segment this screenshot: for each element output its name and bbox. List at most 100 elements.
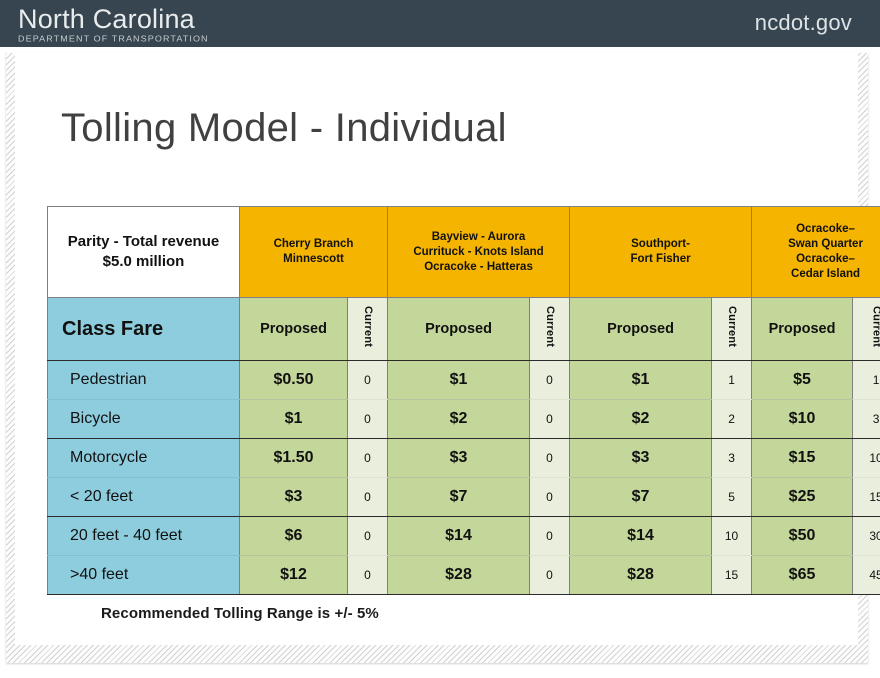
row-label: Motorcycle [47, 438, 240, 478]
route-line: Cedar Island [791, 268, 861, 280]
proposed-value: $65 [751, 555, 854, 595]
current-header-2: Current [529, 297, 571, 361]
parity-line-2: $5.0 million [102, 253, 185, 270]
site-url: ncdot.gov [754, 10, 852, 35]
route-line: Currituck - Knots Island [413, 245, 544, 258]
current-header-label: Current [726, 305, 739, 348]
table-row: Bicycle $1 0 $2 0 $2 2 $10 3 [47, 399, 880, 439]
page-title: Tolling Model - Individual [61, 106, 507, 150]
route-line: Swan Quarter [788, 238, 863, 250]
current-value: 0 [529, 516, 571, 556]
proposed-value: $2 [569, 399, 713, 439]
current-value: 5 [711, 477, 753, 517]
row-label: >40 feet [47, 555, 240, 595]
proposed-value: $6 [239, 516, 348, 556]
route-line: Cherry Branch [273, 238, 354, 250]
proposed-value: $50 [751, 516, 854, 556]
current-header-4: Current [852, 297, 880, 361]
current-value: 0 [346, 555, 389, 595]
proposed-value: $3 [239, 477, 348, 517]
table-row: 20 feet - 40 feet $6 0 $14 0 $14 10 $50 30 [47, 516, 880, 556]
proposed-value: $1 [569, 360, 713, 400]
table-header-routes: Parity - Total revenue $5.0 million Cher… [47, 206, 880, 298]
proposed-value: $2 [387, 399, 531, 439]
table-row: Motorcycle $1.50 0 $3 0 $3 3 $15 10 [47, 438, 880, 478]
current-value: 2 [711, 399, 753, 439]
current-header-label: Current [362, 305, 374, 348]
table-row: Pedestrian $0.50 0 $1 0 $1 1 $5 1 [47, 360, 880, 400]
proposed-value: $28 [387, 555, 531, 595]
current-value: 0 [529, 399, 571, 439]
current-value: 0 [346, 477, 389, 517]
current-value: 0 [529, 360, 571, 400]
current-value: 0 [529, 555, 571, 595]
table-row: < 20 feet $3 0 $7 0 $7 5 $25 15 [47, 477, 880, 517]
route-line: Ocracoke– [796, 223, 855, 235]
current-value: 3 [711, 438, 753, 478]
proposed-value: $12 [239, 555, 348, 595]
slide-container: Tolling Model - Individual Parity - Tota… [0, 47, 880, 678]
current-value: 0 [529, 438, 571, 478]
brand-name: North Carolina [18, 4, 195, 34]
route-line: Fort Fisher [630, 253, 691, 265]
slide-hatch-border: Tolling Model - Individual Parity - Tota… [6, 53, 880, 663]
proposed-value: $10 [751, 399, 854, 439]
current-value: 30 [852, 516, 880, 556]
current-value: 10 [711, 516, 753, 556]
proposed-value: $3 [387, 438, 531, 478]
route-line: Bayview - Aurora [431, 230, 526, 243]
proposed-value: $1 [387, 360, 531, 400]
route-header-ocracoke: Ocracoke– Swan Quarter Ocracoke– Cedar I… [751, 206, 880, 298]
route-line: Ocracoke - Hatteras [424, 260, 533, 273]
proposed-header-3: Proposed [569, 297, 713, 361]
route-line: Southport- [631, 238, 690, 250]
proposed-value: $28 [569, 555, 713, 595]
proposed-value: $1.50 [239, 438, 348, 478]
proposed-value: $15 [751, 438, 854, 478]
route-header-bayview: Bayview - Aurora Currituck - Knots Islan… [387, 206, 571, 298]
current-value: 0 [346, 516, 389, 556]
table-header-columns: Class Fare Proposed Current Proposed Cur… [47, 297, 880, 361]
proposed-header-2: Proposed [387, 297, 531, 361]
class-fare-header: Class Fare [47, 297, 240, 361]
current-value: 45 [852, 555, 880, 595]
current-header-1: Current [346, 297, 389, 361]
slide-canvas: Tolling Model - Individual Parity - Tota… [15, 53, 880, 645]
site-header-bar: North Carolina DEPARTMENT OF TRANSPORTAT… [0, 0, 880, 47]
current-value: 15 [852, 477, 880, 517]
proposed-value: $1 [239, 399, 348, 439]
current-value: 0 [529, 477, 571, 517]
current-value: 1 [711, 360, 753, 400]
ncdot-logo: North Carolina DEPARTMENT OF TRANSPORTAT… [18, 4, 209, 44]
current-value: 0 [346, 360, 389, 400]
current-value: 3 [852, 399, 880, 439]
proposed-value: $5 [751, 360, 854, 400]
proposed-value: $0.50 [239, 360, 348, 400]
current-value: 1 [852, 360, 880, 400]
current-value: 15 [711, 555, 753, 595]
row-label: 20 feet - 40 feet [47, 516, 240, 556]
proposed-value: $3 [569, 438, 713, 478]
proposed-header-1: Proposed [239, 297, 348, 361]
brand-department: DEPARTMENT OF TRANSPORTATION [18, 34, 209, 44]
route-header-southport: Southport- Fort Fisher [569, 206, 753, 298]
proposed-value: $7 [387, 477, 531, 517]
current-header-label: Current [870, 305, 880, 348]
current-value: 0 [346, 399, 389, 439]
table-row: >40 feet $12 0 $28 0 $28 15 $65 45 [47, 555, 880, 595]
proposed-value: $14 [387, 516, 531, 556]
row-label: Bicycle [47, 399, 240, 439]
proposed-value: $7 [569, 477, 713, 517]
current-header-3: Current [711, 297, 753, 361]
proposed-value: $14 [569, 516, 713, 556]
row-label: Pedestrian [47, 360, 240, 400]
parity-line-1: Parity - Total revenue [67, 233, 220, 250]
row-label: < 20 feet [47, 477, 240, 517]
proposed-value: $25 [751, 477, 854, 517]
current-header-label: Current [544, 305, 557, 348]
footnote: Recommended Tolling Range is +/- 5% [101, 605, 379, 622]
proposed-header-4: Proposed [751, 297, 854, 361]
tolling-table: Parity - Total revenue $5.0 million Cher… [47, 206, 880, 595]
tolling-table-wrapper: Parity - Total revenue $5.0 million Cher… [47, 206, 880, 595]
route-line: Minnescott [283, 253, 344, 265]
